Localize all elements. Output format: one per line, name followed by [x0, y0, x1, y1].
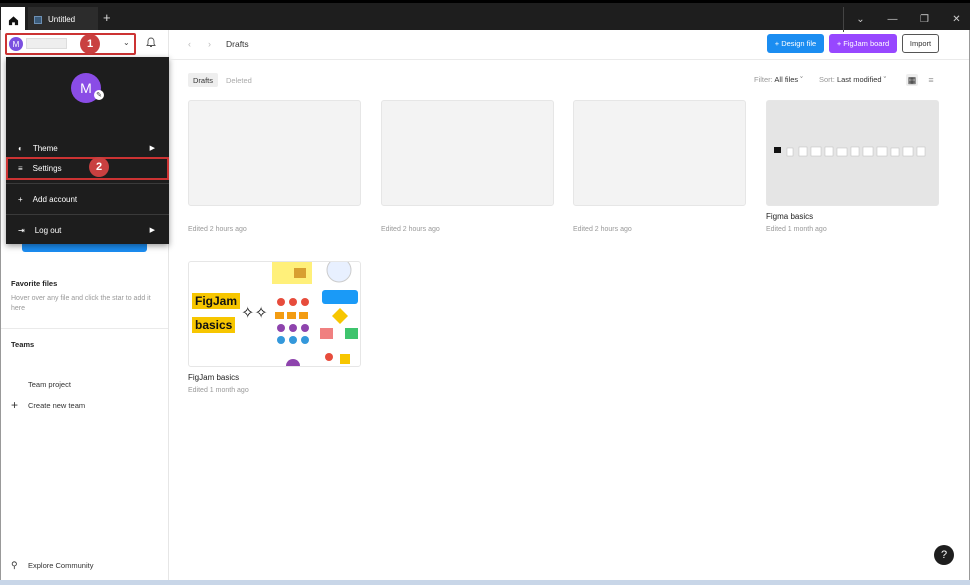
- globe-icon[interactable]: ⚲: [11, 560, 18, 571]
- annotation-step-1: 1: [80, 34, 100, 54]
- file-title: Figma basics: [766, 212, 814, 221]
- menu-item-label: Theme: [32, 143, 58, 153]
- sort-dropdown[interactable]: Sort: Last modified ˇ: [819, 75, 886, 84]
- file-meta: Edited 2 hours ago: [188, 226, 247, 233]
- explore-community-link[interactable]: Explore Community: [28, 561, 93, 570]
- menu-divider: [6, 183, 169, 184]
- bell-icon[interactable]: [146, 37, 156, 51]
- file-meta: Edited 2 hours ago: [573, 226, 632, 233]
- file-thumbnail[interactable]: [573, 100, 746, 206]
- filter-value: All files: [774, 75, 799, 84]
- file-tab[interactable]: Untitled: [28, 7, 98, 32]
- menu-item-label: Add account: [32, 194, 78, 204]
- menu-item-add-account[interactable]: + Add account: [6, 189, 169, 209]
- breadcrumb: Drafts: [226, 39, 249, 49]
- chevron-down-icon[interactable]: ⌄: [844, 7, 877, 32]
- favorites-hint: Hover over any file and click the star t…: [11, 295, 151, 312]
- menu-item-label: Log out: [34, 225, 62, 235]
- minimize-icon[interactable]: —: [876, 7, 909, 32]
- menu-item-theme[interactable]: ◐ Theme ▶: [6, 138, 169, 158]
- menu-item-log-out[interactable]: ⇥ Log out ▶: [6, 220, 169, 240]
- account-menu: M ✎ ◐ Theme ▶ ≡ Settings + Add account ⇥…: [6, 57, 169, 244]
- settings-highlight: [6, 157, 169, 180]
- file-thumbnail-figjam-basics[interactable]: FigJam basics ✧✧: [188, 261, 361, 367]
- list-view-icon[interactable]: ≡: [925, 74, 937, 86]
- svg-text:✧✧: ✧✧: [241, 305, 268, 322]
- annotation-step-2: 2: [89, 157, 109, 177]
- sort-value: Last modified: [836, 75, 882, 84]
- avatar[interactable]: M: [9, 37, 23, 51]
- edit-icon[interactable]: ✎: [94, 90, 104, 100]
- figjam-basics-preview: ✧✧: [241, 262, 358, 366]
- chevron-down-icon: ˇ: [800, 75, 803, 84]
- file-meta: Edited 2 hours ago: [381, 226, 440, 233]
- theme-icon: ◐: [18, 143, 23, 153]
- sidebar-blue-button[interactable]: [22, 244, 147, 252]
- file-icon: [34, 15, 42, 24]
- sidebar-item-create-team[interactable]: Create new team: [28, 401, 85, 410]
- sidebar-item-team-project[interactable]: Team project: [28, 380, 71, 389]
- new-tab-button[interactable]: +: [103, 10, 111, 25]
- file-meta: Edited 1 month ago: [188, 387, 249, 394]
- grid-view-icon[interactable]: ▦: [906, 74, 918, 86]
- filter-dropdown[interactable]: Filter: All files ˇ: [754, 75, 803, 84]
- restore-icon[interactable]: ❐: [908, 7, 941, 32]
- file-thumbnail-figma-basics[interactable]: [766, 100, 939, 206]
- forward-arrow-icon[interactable]: ›: [208, 39, 211, 49]
- plus-icon: +: [18, 194, 23, 204]
- chevron-down-icon[interactable]: ⌄: [123, 38, 130, 47]
- file-thumbnail[interactable]: [381, 100, 554, 206]
- file-title: FigJam basics: [188, 373, 240, 382]
- plus-icon[interactable]: +: [11, 398, 18, 412]
- file-thumbnail[interactable]: [188, 100, 361, 206]
- caret-right-icon: ▶: [149, 227, 155, 234]
- file-tab-label: Untitled: [48, 15, 76, 24]
- back-arrow-icon[interactable]: ‹: [188, 39, 191, 49]
- tab-deleted[interactable]: Deleted: [221, 73, 257, 87]
- teams-title: Teams: [11, 340, 35, 349]
- import-button[interactable]: Import: [902, 34, 939, 53]
- file-meta: Edited 1 month ago: [766, 226, 827, 233]
- favorites-title: Favorite files: [11, 279, 58, 288]
- home-icon: [8, 16, 18, 26]
- chevron-down-icon: ˇ: [883, 75, 887, 84]
- caret-right-icon: ▶: [149, 145, 155, 152]
- title-bar: Untitled + ⌄ — ❐ ✕: [0, 0, 970, 34]
- figma-basics-preview: [774, 146, 926, 157]
- design-file-button[interactable]: + Design file: [767, 34, 824, 53]
- tab-drafts[interactable]: Drafts: [188, 73, 219, 87]
- help-button[interactable]: ?: [934, 545, 954, 565]
- sort-label: Sort:: [819, 75, 835, 84]
- bottom-edge: [0, 580, 970, 585]
- account-name-placeholder: [26, 38, 67, 49]
- menu-divider: [6, 214, 169, 215]
- filter-label: Filter:: [754, 75, 773, 84]
- divider: [1, 328, 168, 329]
- close-icon[interactable]: ✕: [940, 7, 970, 32]
- account-switcher-highlight[interactable]: [5, 33, 136, 55]
- logout-icon: ⇥: [18, 225, 25, 235]
- figjam-board-button[interactable]: + FigJam board: [829, 34, 897, 53]
